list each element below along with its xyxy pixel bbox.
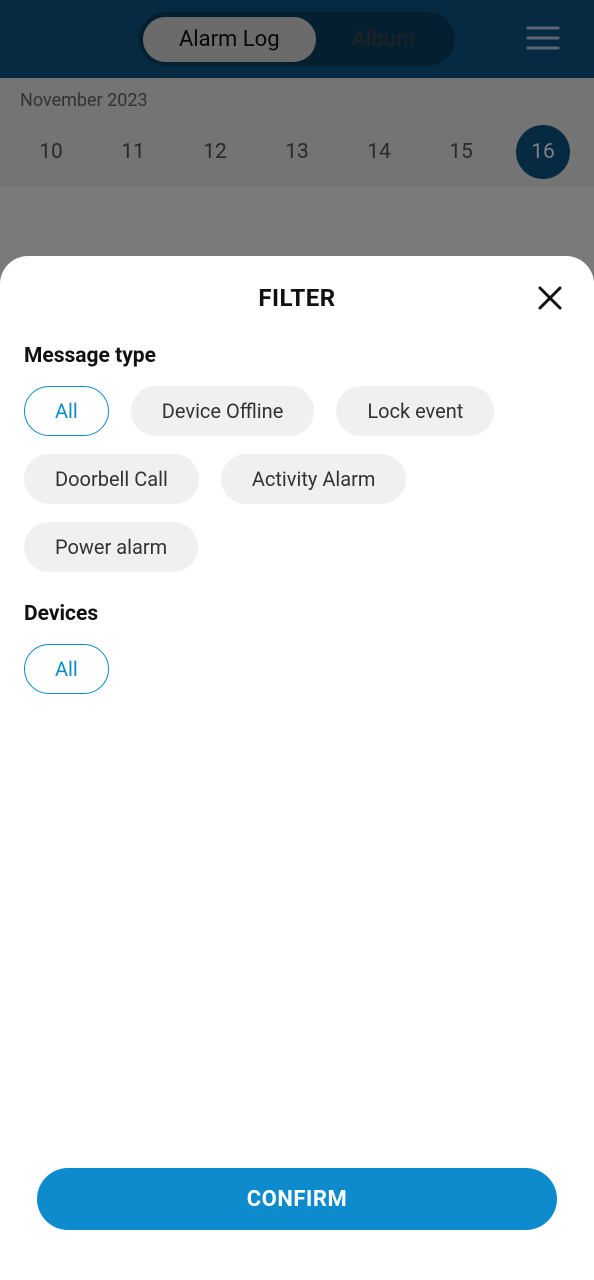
sheet-header: FILTER [24, 284, 570, 312]
chip-activity-alarm[interactable]: Activity Alarm [221, 454, 407, 504]
confirm-button[interactable]: CONFIRM [37, 1168, 557, 1230]
devices-label: Devices [24, 602, 570, 626]
close-icon[interactable] [534, 282, 566, 314]
chip-all[interactable]: All [24, 386, 109, 436]
chip-device-offline[interactable]: Device Offline [131, 386, 315, 436]
devices-chips: All [24, 644, 570, 694]
spacer [24, 724, 570, 1168]
filter-title: FILTER [24, 284, 570, 312]
chip-doorbell-call[interactable]: Doorbell Call [24, 454, 199, 504]
filter-sheet: FILTER Message type All Device Offline L… [0, 256, 594, 1280]
chip-device-all[interactable]: All [24, 644, 109, 694]
message-type-chips: All Device Offline Lock event Doorbell C… [24, 386, 570, 572]
chip-power-alarm[interactable]: Power alarm [24, 522, 198, 572]
chip-lock-event[interactable]: Lock event [336, 386, 494, 436]
message-type-label: Message type [24, 344, 570, 368]
